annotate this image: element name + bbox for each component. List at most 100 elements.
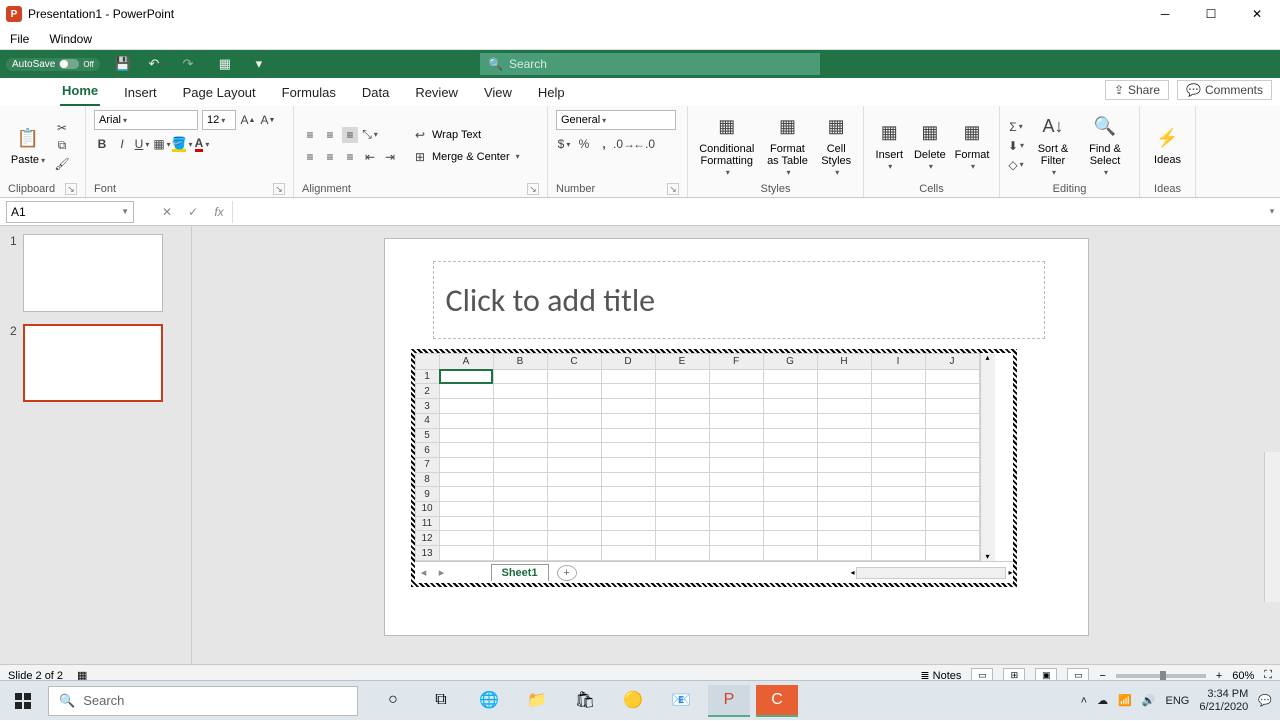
search-box[interactable]: 🔍 Search — [480, 53, 820, 75]
minimize-button[interactable]: ─ — [1142, 0, 1188, 28]
hscroll-left[interactable]: ◂ — [850, 568, 854, 577]
sheet-nav-next[interactable]: ▸ — [433, 566, 451, 579]
font-size-select[interactable]: 12 — [202, 110, 236, 130]
align-left-button[interactable]: ≡ — [302, 149, 318, 165]
slide-thumbnail-2[interactable] — [23, 324, 163, 402]
volume-icon[interactable]: 🔊 — [1142, 694, 1156, 707]
horizontal-scrollbar[interactable] — [856, 567, 1006, 579]
accounting-format-button[interactable]: $ — [556, 136, 572, 152]
bold-button[interactable]: B — [94, 136, 110, 152]
insert-cells-button[interactable]: ▦Insert — [872, 119, 907, 172]
new-sheet-button[interactable]: + — [557, 565, 577, 581]
align-middle-button[interactable]: ≡ — [322, 127, 338, 143]
increase-font-button[interactable]: A▲ — [240, 112, 256, 128]
edge-app[interactable]: 🌐 — [468, 685, 510, 717]
autosave-toggle[interactable]: AutoSave Off — [6, 58, 100, 71]
number-launcher[interactable]: ↘ — [667, 183, 679, 195]
orientation-button[interactable]: ⤡ — [362, 127, 378, 143]
format-painter-button[interactable]: 🖌 — [54, 156, 70, 172]
undo-button[interactable]: ↶ — [146, 53, 168, 75]
cut-button[interactable]: ✂ — [54, 120, 70, 136]
tray-overflow-button[interactable]: ˄ — [1081, 695, 1087, 707]
number-format-select[interactable]: General — [556, 110, 676, 130]
qat-customize[interactable]: ▾ — [248, 53, 270, 75]
sheet-tab[interactable]: Sheet1 — [491, 564, 549, 581]
tab-formulas[interactable]: Formulas — [280, 79, 338, 106]
name-box[interactable]: A1▼ — [6, 201, 134, 223]
italic-button[interactable]: I — [114, 136, 130, 152]
font-name-select[interactable]: Arial — [94, 110, 198, 130]
clear-button[interactable]: ◇ — [1008, 157, 1024, 173]
percent-style-button[interactable]: % — [576, 136, 592, 152]
action-center-button[interactable]: 💬 — [1258, 694, 1272, 707]
powerpoint-app[interactable]: P — [708, 685, 750, 717]
align-right-button[interactable]: ≡ — [342, 149, 358, 165]
language-icon[interactable]: ENG — [1166, 695, 1190, 707]
tab-review[interactable]: Review — [413, 79, 460, 106]
decrease-indent-button[interactable]: ⇤ — [362, 149, 378, 165]
store-app[interactable]: 🛍 — [564, 685, 606, 717]
zoom-slider[interactable] — [1116, 674, 1206, 678]
slide-thumbnail-1[interactable] — [23, 234, 163, 312]
sort-filter-button[interactable]: A↓Sort & Filter — [1030, 113, 1076, 178]
camtasia-app[interactable]: C — [756, 685, 798, 717]
fill-button[interactable]: ⬇ — [1008, 138, 1024, 154]
delete-cells-button[interactable]: ▦Delete — [913, 119, 948, 172]
autosum-button[interactable]: Σ — [1008, 119, 1024, 135]
slide[interactable]: Click to add title ABCDEFGHIJ12345678910… — [384, 238, 1089, 636]
insert-function-button[interactable]: fx — [206, 201, 232, 223]
underline-button[interactable]: U — [134, 136, 150, 152]
tab-page-layout[interactable]: Page Layout — [181, 79, 258, 106]
menu-file[interactable]: File — [6, 30, 33, 48]
maximize-button[interactable]: ☐ — [1188, 0, 1234, 28]
task-view-button[interactable]: ⧉ — [420, 685, 462, 717]
onedrive-icon[interactable]: ☁ — [1097, 694, 1108, 707]
ideas-button[interactable]: ⚡Ideas — [1148, 124, 1187, 166]
clipboard-launcher[interactable]: ↘ — [65, 183, 77, 195]
tab-data[interactable]: Data — [360, 79, 391, 106]
cancel-fx-button[interactable]: ✕ — [154, 201, 180, 223]
tab-insert[interactable]: Insert — [122, 79, 159, 106]
explorer-app[interactable]: 📁 — [516, 685, 558, 717]
comma-style-button[interactable]: , — [596, 136, 612, 152]
cell-styles-button[interactable]: ▦Cell Styles — [817, 113, 855, 178]
hscroll-right[interactable]: ▸ — [1008, 568, 1012, 577]
start-button[interactable] — [0, 681, 46, 721]
embedded-excel-object[interactable]: ABCDEFGHIJ12345678910111213 ▴▾ ◂ ▸ Sheet… — [415, 353, 1013, 583]
format-cells-button[interactable]: ▦Format — [953, 119, 991, 172]
conditional-formatting-button[interactable]: ▦Conditional Formatting — [696, 113, 758, 178]
align-bottom-button[interactable]: ≡ — [342, 127, 358, 143]
comments-button[interactable]: 💬Comments — [1177, 80, 1272, 100]
align-top-button[interactable]: ≡ — [302, 127, 318, 143]
chrome-app[interactable]: 🟡 — [612, 685, 654, 717]
tab-home[interactable]: Home — [60, 77, 100, 106]
vertical-scrollbar[interactable]: ▴▾ — [980, 353, 995, 561]
alignment-launcher[interactable]: ↘ — [527, 183, 539, 195]
pane-scrollbar[interactable] — [1264, 452, 1280, 602]
cortana-button[interactable]: ○ — [372, 685, 414, 717]
redo-button[interactable]: ↷ — [180, 53, 202, 75]
sheet-nav-prev[interactable]: ◂ — [415, 566, 433, 579]
start-from-beginning-button[interactable]: ▦ — [214, 53, 236, 75]
tab-help[interactable]: Help — [536, 79, 567, 106]
fill-color-button[interactable]: 🪣 — [174, 136, 190, 152]
font-launcher[interactable]: ↘ — [273, 183, 285, 195]
font-color-button[interactable]: A — [194, 136, 210, 152]
enter-fx-button[interactable]: ✓ — [180, 201, 206, 223]
find-select-button[interactable]: 🔍Find & Select — [1082, 113, 1128, 178]
formula-expand-button[interactable]: ▾ — [1264, 206, 1280, 217]
title-placeholder[interactable]: Click to add title — [433, 261, 1045, 339]
menu-window[interactable]: Window — [45, 30, 96, 48]
wrap-text-button[interactable]: ↩Wrap Text — [412, 127, 520, 143]
merge-center-button[interactable]: ⊞Merge & Center — [412, 149, 520, 165]
decrease-decimal-button[interactable]: ←.0 — [636, 136, 652, 152]
increase-decimal-button[interactable]: .0→ — [616, 136, 632, 152]
worksheet-grid[interactable]: ABCDEFGHIJ12345678910111213 — [415, 353, 980, 561]
tab-view[interactable]: View — [482, 79, 514, 106]
increase-indent-button[interactable]: ⇥ — [382, 149, 398, 165]
format-as-table-button[interactable]: ▦Format as Table — [764, 113, 812, 178]
paste-button[interactable]: 📋 Paste — [8, 124, 48, 166]
close-button[interactable]: ✕ — [1234, 0, 1280, 28]
align-center-button[interactable]: ≡ — [322, 149, 338, 165]
formula-input[interactable] — [232, 201, 1264, 223]
